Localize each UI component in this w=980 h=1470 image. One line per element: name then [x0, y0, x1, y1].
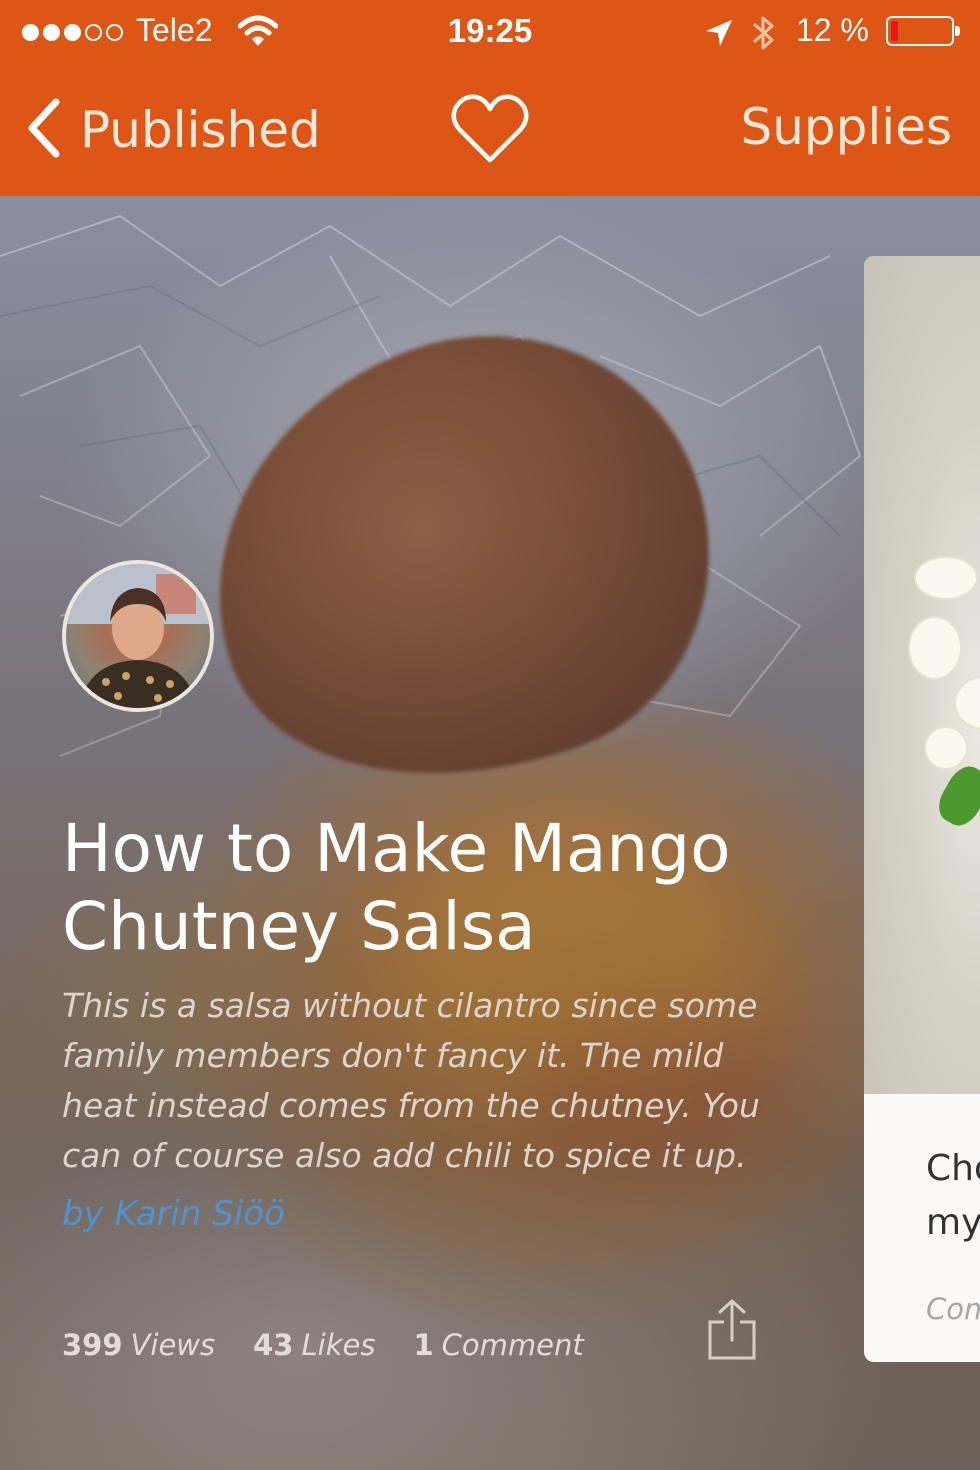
battery-icon: [886, 16, 960, 46]
comments-count: 1: [413, 1328, 434, 1362]
guide-stats: 399 Views 43 Likes 1 Comment: [62, 1328, 622, 1362]
guide-cover: How to Make Mango Chutney Salsa This is …: [0, 196, 980, 1470]
status-bar: Tele2 19:25 12 %: [0, 0, 980, 68]
next-step-card[interactable]: Cho my Com: [864, 256, 980, 1362]
step-text-line: Cho: [926, 1148, 980, 1189]
views-count: 399: [62, 1328, 123, 1362]
navigation-bar: Published Supplies: [0, 68, 980, 196]
heart-icon[interactable]: [450, 92, 530, 170]
author-avatar[interactable]: [62, 560, 214, 712]
step-photo-detail: [931, 760, 980, 832]
bluetooth-icon: [748, 12, 778, 58]
share-icon[interactable]: [706, 1298, 758, 1366]
author-link[interactable]: by Karin Siöö: [62, 1194, 285, 1234]
views-label: Views: [130, 1328, 216, 1362]
step-photo: [864, 256, 980, 1094]
views-stat: 399 Views: [62, 1328, 215, 1362]
step-photo-detail: [954, 676, 980, 730]
battery-level: [891, 21, 898, 41]
step-comment-link[interactable]: Com: [926, 1292, 980, 1326]
likes-stat[interactable]: 43 Likes: [253, 1328, 375, 1362]
chevron-left-icon: [24, 98, 62, 162]
likes-count: 43: [253, 1328, 294, 1362]
guide-description: This is a salsa without cilantro since s…: [62, 986, 760, 1175]
step-photo-detail: [908, 616, 962, 680]
guide-title: How to Make Mango Chutney Salsa: [62, 810, 731, 966]
back-button[interactable]: Published: [24, 98, 321, 162]
comments-stat[interactable]: 1 Comment: [413, 1328, 583, 1362]
step-text-line: my: [926, 1202, 980, 1243]
location-arrow-icon: [704, 18, 734, 52]
step-text: Cho my: [926, 1142, 980, 1250]
likes-label: Likes: [301, 1328, 376, 1362]
battery-percentage: 12 %: [796, 12, 869, 48]
back-button-label: Published: [80, 101, 321, 159]
top-bar: Tele2 19:25 12 % Published Supplies: [0, 0, 980, 196]
step-photo-detail: [914, 556, 978, 600]
comments-label: Comment: [441, 1328, 584, 1362]
supplies-button[interactable]: Supplies: [741, 98, 953, 156]
step-photo-detail: [924, 726, 968, 770]
